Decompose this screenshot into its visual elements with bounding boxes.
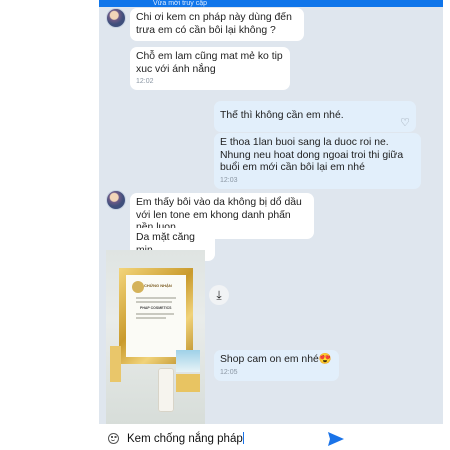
send-icon[interactable] [328,432,344,446]
message-time: 12:05 [220,368,238,376]
contact-avatar[interactable] [106,190,126,210]
certificate-brand: PHAP COSMETICS [140,306,172,310]
message-bubble[interactable]: Chi ơi kem cn pháp này dùng đến trưa em … [130,8,304,41]
message-bubble[interactable]: Shop cam on em nhé😍 12:05 [214,350,339,381]
product-photo[interactable]: CHỨNG NHẬN PHAP COSMETICS [106,250,205,424]
status-bar: Vừa mới truy cập [99,0,443,7]
certificate: CHỨNG NHẬN PHAP COSMETICS [126,275,186,357]
heart-icon[interactable]: ♡ [400,118,410,129]
chat-area[interactable]: Vừa mới truy cập Chi ơi kem cn pháp này … [99,0,443,424]
certificate-title: CHỨNG NHẬN [144,283,172,288]
message-input[interactable]: Kem chống nắng pháp [127,431,317,447]
message-bubble[interactable]: E thoa 1lan buoi sang la duoc roi ne. Nh… [214,133,421,189]
text-caret [242,432,244,444]
message-text: Chi ơi kem cn pháp này dùng đến trưa em … [136,12,292,36]
message-time: 12:02 [136,78,154,85]
product-box [176,374,200,392]
download-icon[interactable]: ⤓ [209,285,229,305]
product-box [110,346,121,382]
medal-icon [132,281,144,293]
message-text: Thế thì không cần em nhé. [220,110,344,121]
contact-avatar[interactable] [106,8,126,28]
message-input-value: Kem chống nắng pháp [127,433,243,445]
message-text: E thoa 1lan buoi sang la duoc roi ne. Nh… [220,137,404,173]
message-time: 12:03 [220,176,238,184]
emoji-icon[interactable] [108,433,119,444]
message-text: Shop cam on em nhé😍 [220,354,332,365]
message-bubble[interactable]: Thế thì không cần em nhé. ♡ [214,101,416,132]
sunscreen-tube [158,368,174,412]
message-bubble[interactable]: Chỗ em lam cũng mat mẻ ko tip xuc với án… [130,47,290,90]
message-text: Chỗ em lam cũng mat mẻ ko tip xuc với án… [136,51,283,75]
product-jar [176,350,200,372]
